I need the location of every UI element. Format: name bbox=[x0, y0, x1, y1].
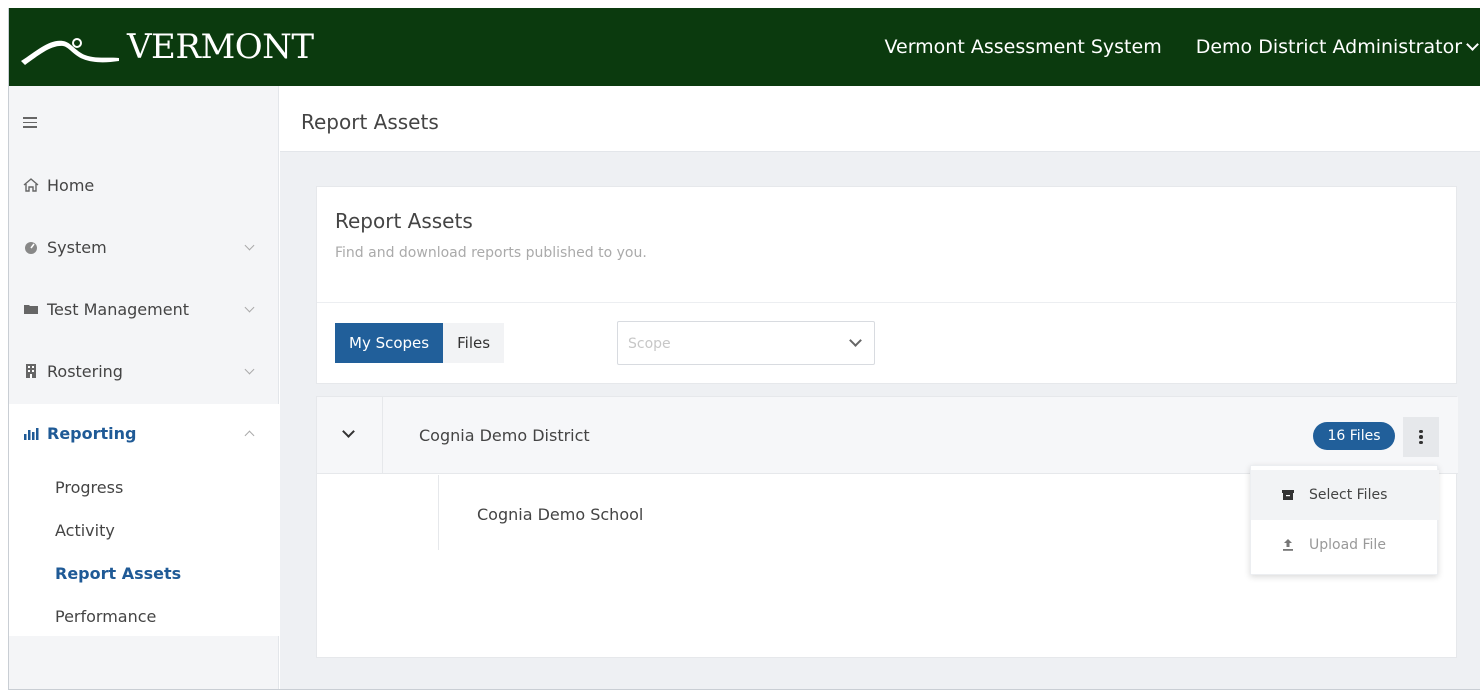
more-options-icon[interactable] bbox=[1403, 417, 1439, 457]
chevron-down-icon bbox=[849, 334, 862, 347]
hamburger-icon[interactable] bbox=[23, 117, 37, 131]
sidebar-subitem-activity[interactable]: Activity bbox=[55, 521, 115, 540]
top-bar: VERMONT Vermont Assessment System Demo D… bbox=[9, 8, 1480, 86]
top-nav: Vermont Assessment System Demo District … bbox=[884, 8, 1479, 86]
system-link-label: Vermont Assessment System bbox=[884, 36, 1162, 58]
tab-my-scopes[interactable]: My Scopes bbox=[335, 323, 444, 363]
sidebar: Home System Test Management Rostering Re… bbox=[9, 86, 279, 689]
archive-icon bbox=[1281, 488, 1295, 502]
chevron-up-icon bbox=[244, 430, 255, 441]
sidebar-item-label: Rostering bbox=[47, 361, 123, 381]
tree-row-district: Cognia Demo District 16 Files bbox=[317, 397, 1458, 474]
menu-item-select-files[interactable]: Select Files bbox=[1251, 470, 1439, 520]
logo-text: VERMONT bbox=[127, 27, 314, 67]
expand-toggle[interactable] bbox=[317, 397, 383, 474]
gauge-icon bbox=[23, 239, 39, 255]
page-header: Report Assets bbox=[280, 86, 1480, 152]
view-toggle: My Scopes Files bbox=[335, 323, 505, 363]
scope-select[interactable]: Scope bbox=[617, 321, 875, 365]
building-icon bbox=[23, 363, 39, 379]
tree-indent bbox=[317, 475, 439, 550]
home-icon bbox=[23, 177, 39, 193]
options-dropdown-menu: Select Files Upload File bbox=[1250, 465, 1439, 575]
app-frame: VERMONT Vermont Assessment System Demo D… bbox=[8, 8, 1480, 690]
mountain-logo-icon bbox=[21, 38, 119, 65]
sidebar-subitem-progress[interactable]: Progress bbox=[55, 478, 123, 497]
sidebar-item-label: Test Management bbox=[47, 299, 189, 319]
page-title: Report Assets bbox=[301, 110, 439, 134]
card-title: Report Assets bbox=[335, 209, 473, 233]
menu-item-label: Upload File bbox=[1309, 537, 1386, 553]
tab-files[interactable]: Files bbox=[443, 323, 505, 363]
sidebar-item-label: System bbox=[47, 237, 107, 257]
main-content: Report Assets Report Assets Find and dow… bbox=[280, 86, 1480, 689]
scope-placeholder: Scope bbox=[628, 336, 671, 352]
sidebar-item-label: Reporting bbox=[47, 423, 137, 443]
sidebar-subitem-report-assets[interactable]: Report Assets bbox=[55, 564, 181, 583]
sidebar-item-home[interactable]: Home bbox=[23, 170, 263, 200]
chevron-down-icon bbox=[342, 425, 355, 438]
folder-icon bbox=[23, 301, 39, 317]
files-count-badge[interactable]: 16 Files bbox=[1313, 422, 1395, 450]
menu-item-upload-file[interactable]: Upload File bbox=[1251, 520, 1439, 570]
card-subtitle: Find and download reports published to y… bbox=[335, 245, 647, 261]
report-assets-card: Report Assets Find and download reports … bbox=[316, 186, 1458, 384]
chevron-down-icon bbox=[244, 364, 255, 375]
district-name: Cognia Demo District bbox=[419, 426, 590, 445]
bar-chart-icon bbox=[23, 425, 39, 441]
reporting-section: Reporting Progress Activity Report Asset… bbox=[9, 404, 279, 636]
sidebar-item-rostering[interactable]: Rostering bbox=[23, 356, 263, 386]
chevron-down-icon bbox=[244, 240, 255, 251]
user-name: Demo District Administrator bbox=[1195, 36, 1462, 58]
divider bbox=[317, 302, 1458, 303]
sidebar-item-reporting[interactable]: Reporting bbox=[23, 418, 263, 448]
user-menu[interactable]: Demo District Administrator bbox=[1195, 36, 1479, 58]
chevron-down-icon bbox=[1466, 38, 1479, 51]
sidebar-item-test-management[interactable]: Test Management bbox=[23, 294, 263, 324]
chevron-down-icon bbox=[244, 302, 255, 313]
school-name[interactable]: Cognia Demo School bbox=[477, 505, 643, 524]
scope-tree: Cognia Demo District 16 Files Cognia Dem… bbox=[316, 396, 1458, 658]
menu-item-label: Select Files bbox=[1309, 487, 1388, 503]
sidebar-item-system[interactable]: System bbox=[23, 232, 263, 262]
sidebar-subitem-performance[interactable]: Performance bbox=[55, 607, 156, 626]
sidebar-item-label: Home bbox=[47, 175, 95, 195]
vermont-assessment-system-link[interactable]: Vermont Assessment System bbox=[884, 36, 1161, 58]
vermont-logo[interactable]: VERMONT bbox=[19, 22, 314, 72]
upload-icon bbox=[1281, 538, 1295, 552]
